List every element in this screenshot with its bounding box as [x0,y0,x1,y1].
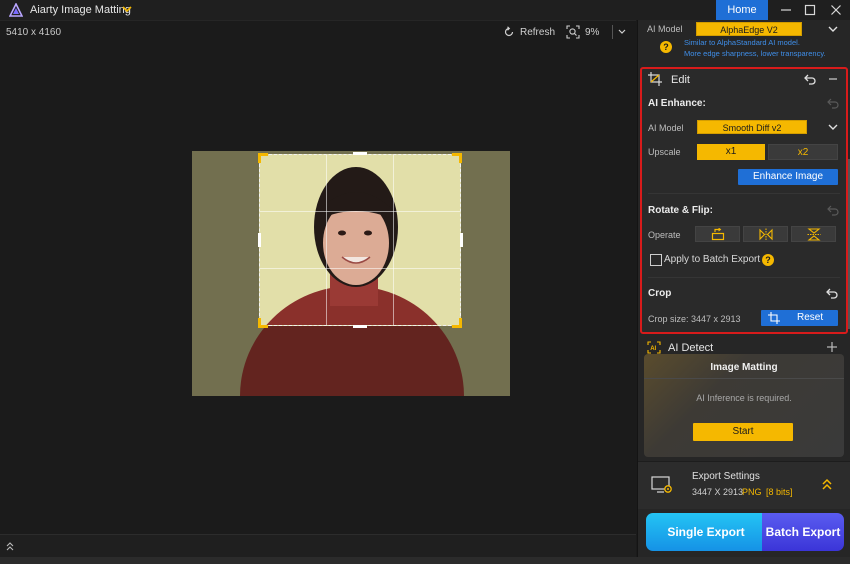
expand-plus-icon[interactable] [826,341,838,353]
photo-preview[interactable] [192,151,510,396]
crop-handle-bottom-right[interactable] [452,318,462,328]
undo-disabled-icon [827,205,839,216]
zoom-level: 9% [585,26,600,38]
export-settings-title: Export Settings [692,471,760,482]
zoom-fit-icon [566,25,580,39]
ai-inference-note: AI Inference is required. [696,393,792,403]
single-export-button[interactable]: Single Export [646,513,766,551]
flip-vertical-icon [807,228,821,241]
refresh-icon [504,26,514,37]
flip-vertical-button[interactable] [791,226,836,242]
image-canvas[interactable]: 5410 x 4160 Refresh 9% [0,20,636,557]
crop-handle-right[interactable] [460,233,463,247]
upscale-label: Upscale [648,147,681,157]
canvas-bottom-bar [0,534,636,557]
crop-title: Crop [648,288,672,299]
model-hint-line2: More edge sharpness, lower transparency. [684,49,826,58]
help-icon[interactable]: ? [660,41,672,53]
right-panel: AI Model AlphaEdge V2 ? Similar to Alpha… [637,20,850,557]
batch-export-label[interactable]: Apply to Batch Export [664,254,760,265]
section-divider [648,277,840,278]
zoom-control[interactable]: 9% [566,24,599,40]
crop-grid-line [260,211,460,212]
svg-text:AI: AI [650,346,656,352]
zoom-chevron-down-icon[interactable] [617,24,627,38]
maximize-icon[interactable] [802,2,818,18]
image-dimensions: 5410 x 4160 [6,27,62,38]
crop-region[interactable] [259,154,461,326]
export-bit-depth: [8 bits] [766,487,793,497]
app-logo-icon [9,3,23,17]
undo-disabled-icon [827,98,839,109]
app-title: Aiarty Image Matting [30,4,131,16]
operate-label: Operate [648,230,681,240]
status-bar [0,557,850,564]
crop-edit-icon [648,72,662,86]
refresh-label: Refresh [520,26,556,38]
export-settings-icon [651,476,672,493]
enhance-model-select[interactable]: Smooth Diff v2 [697,120,807,134]
crop-icon [768,312,780,324]
crop-handle-top[interactable] [353,152,367,155]
matting-model-select[interactable]: AlphaEdge V2 [696,22,802,36]
edit-header[interactable]: Edit [642,69,846,91]
toolbar-divider [612,25,613,39]
undo-icon[interactable] [825,287,838,299]
crop-grid-line [260,268,460,269]
card-divider [644,378,844,379]
chevron-down-icon[interactable] [121,2,133,16]
batch-export-checkbox[interactable] [650,254,662,266]
flip-horizontal-icon [759,228,773,241]
enhance-model-label: AI Model [648,123,684,133]
title-bar: Aiarty Image Matting Home [0,0,850,20]
ai-enhance-title: AI Enhance: [648,98,706,109]
flip-horizontal-button[interactable] [743,226,788,242]
undo-icon[interactable] [803,73,816,85]
ai-model-label: AI Model [647,24,683,34]
rotate-flip-title: Rotate & Flip: [648,205,713,216]
minimize-icon[interactable] [778,2,794,18]
export-settings-row[interactable]: Export Settings 3447 X 2913 PNG [8 bits] [638,461,850,509]
start-button[interactable]: Start [693,423,793,441]
crop-reset-button[interactable]: Reset [761,310,838,326]
enhance-image-button[interactable]: Enhance Image [738,169,838,185]
reset-label: Reset [797,312,824,323]
upscale-x1-button[interactable]: x1 [697,144,765,160]
crop-grid-line [393,155,394,325]
chevron-down-icon[interactable] [828,24,838,34]
ai-detect-icon: AI [647,341,661,354]
export-size: 3447 X 2913 [692,487,744,497]
crop-size-text: Crop size: 3447 x 2913 [648,314,741,324]
section-divider [648,193,840,194]
crop-handle-bottom-left[interactable] [258,318,268,328]
image-matting-title: Image Matting [710,362,778,373]
refresh-button[interactable]: Refresh [503,24,555,40]
rotate-icon [711,228,725,241]
crop-handle-top-left[interactable] [258,153,268,163]
upscale-x2-button[interactable]: x2 [768,144,838,160]
edit-title: Edit [671,74,690,86]
batch-export-button[interactable]: Batch Export [762,513,844,551]
crop-handle-left[interactable] [258,233,261,247]
double-chevron-up-icon[interactable] [5,540,15,552]
crop-grid-line [326,155,327,325]
chevron-down-icon[interactable] [828,122,838,132]
ai-detect-title: AI Detect [668,342,714,354]
image-matting-card: Image Matting AI Inference is required. … [644,354,844,457]
model-hint-line1: Similar to AlphaStandard AI model. [684,38,800,47]
close-icon[interactable] [828,2,844,18]
export-format: PNG [742,487,762,497]
crop-content [260,155,460,325]
double-chevron-up-icon[interactable] [821,477,833,491]
rotate-button[interactable] [695,226,740,242]
collapse-icon[interactable] [827,73,839,85]
help-icon[interactable]: ? [762,254,774,266]
home-button[interactable]: Home [716,0,768,20]
crop-handle-bottom[interactable] [353,325,367,328]
crop-handle-top-right[interactable] [452,153,462,163]
edit-section: Edit AI Enhance: AI Model Smooth Diff v2… [640,67,850,334]
